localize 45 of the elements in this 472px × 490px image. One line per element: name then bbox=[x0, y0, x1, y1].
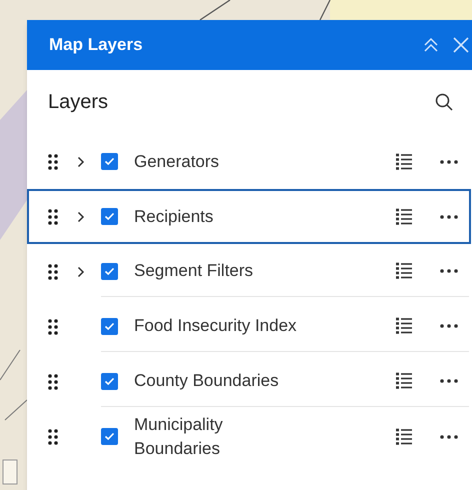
chevron-right-icon[interactable] bbox=[77, 210, 85, 222]
chevron-right-icon[interactable] bbox=[77, 156, 85, 168]
panel-title: Map Layers bbox=[49, 34, 143, 56]
search-icon[interactable] bbox=[435, 93, 453, 111]
layer-name: Food Insecurity Index bbox=[134, 315, 298, 337]
legend-icon[interactable] bbox=[395, 152, 413, 170]
check-icon bbox=[104, 432, 115, 441]
drag-handle-icon[interactable] bbox=[48, 428, 58, 444]
drag-handle-icon[interactable] bbox=[48, 374, 58, 390]
legend-icon[interactable] bbox=[395, 208, 413, 226]
selected-layer-row[interactable]: Recipients bbox=[27, 189, 471, 244]
check-icon bbox=[104, 212, 115, 221]
checkbox[interactable] bbox=[101, 262, 118, 280]
more-options-icon[interactable] bbox=[440, 324, 458, 328]
check-icon bbox=[104, 157, 115, 166]
more-options-icon[interactable] bbox=[440, 160, 458, 164]
layer-name: Generators bbox=[134, 150, 220, 172]
section-title: Layers bbox=[48, 90, 108, 115]
layer-name: Segment Filters bbox=[134, 260, 254, 282]
drag-handle-icon[interactable] bbox=[48, 264, 58, 280]
legend-icon[interactable] bbox=[395, 372, 413, 390]
more-options-icon[interactable] bbox=[440, 269, 458, 273]
checkbox[interactable] bbox=[101, 318, 118, 334]
more-options-icon[interactable] bbox=[440, 214, 458, 218]
layer-name: Municipality Boundaries bbox=[134, 414, 224, 460]
check-icon bbox=[104, 322, 115, 330]
layer-name: County Boundaries bbox=[134, 370, 280, 392]
legend-icon[interactable] bbox=[395, 428, 413, 446]
check-icon bbox=[104, 266, 115, 276]
checkbox[interactable] bbox=[101, 208, 118, 225]
more-options-icon[interactable] bbox=[440, 434, 458, 438]
checkbox[interactable] bbox=[101, 372, 118, 390]
drag-handle-icon[interactable] bbox=[48, 154, 58, 170]
more-options-icon[interactable] bbox=[440, 379, 458, 383]
check-icon bbox=[104, 376, 115, 386]
drag-handle-icon[interactable] bbox=[48, 208, 58, 224]
drag-handle-icon[interactable] bbox=[48, 318, 58, 334]
close-icon[interactable] bbox=[453, 37, 469, 53]
chevron-right-icon[interactable] bbox=[77, 266, 85, 278]
legend-icon[interactable] bbox=[395, 317, 413, 335]
layer-name: Recipients bbox=[134, 206, 214, 228]
collapse-icon[interactable] bbox=[423, 37, 439, 53]
legend-icon[interactable] bbox=[395, 262, 413, 280]
checkbox[interactable] bbox=[101, 428, 118, 445]
checkbox[interactable] bbox=[101, 153, 118, 170]
